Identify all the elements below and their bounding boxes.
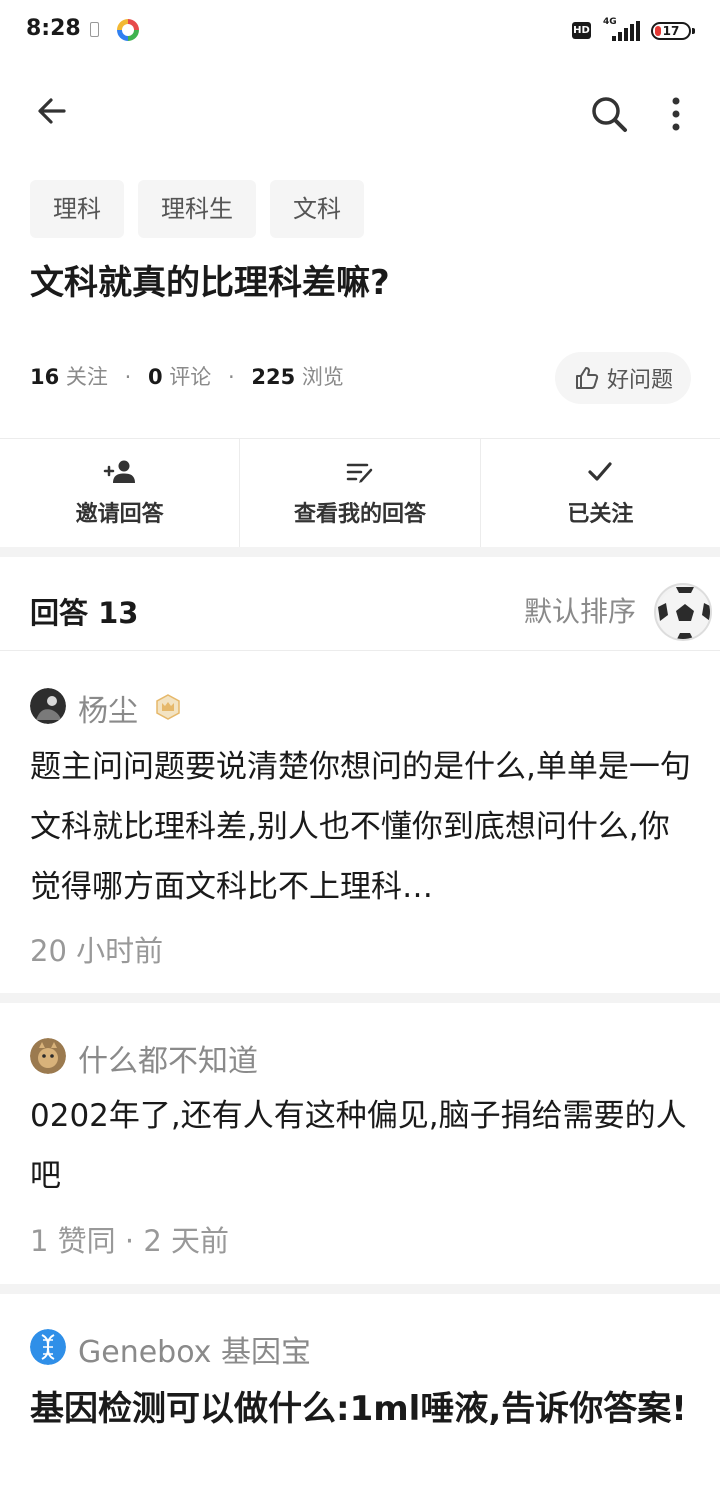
- answer-author[interactable]: 杨尘: [78, 686, 138, 730]
- comments-label: 评论: [169, 365, 212, 389]
- topic-tag[interactable]: 文科: [270, 180, 364, 238]
- good-question-button[interactable]: 好问题: [555, 352, 691, 404]
- hd-badge: HD: [572, 22, 591, 39]
- search-button[interactable]: [585, 90, 633, 138]
- followers-count: 16: [30, 365, 60, 389]
- back-arrow-icon: [38, 98, 66, 124]
- view-my-answer-button[interactable]: 查看我的回答: [240, 439, 481, 547]
- section-gap: [0, 1284, 720, 1294]
- more-vertical-icon: [672, 97, 680, 131]
- answer-meta: 20 小时前: [30, 934, 164, 968]
- followed-label: 已关注: [567, 502, 634, 527]
- views-count: 225: [251, 365, 296, 389]
- separator-dot: ·: [124, 365, 132, 389]
- good-question-label: 好问题: [606, 368, 673, 393]
- check-icon: [588, 462, 612, 481]
- avatar: [30, 1038, 66, 1074]
- thumbs-up-icon: [575, 367, 599, 389]
- followed-button[interactable]: 已关注: [481, 439, 720, 547]
- dna-logo-icon: [30, 1329, 66, 1365]
- answer-author[interactable]: 什么都不知道: [78, 1036, 258, 1080]
- more-button[interactable]: [656, 90, 696, 138]
- search-icon: [592, 97, 627, 132]
- status-bar: 8:28 HD 4G 17: [0, 0, 720, 64]
- ad-author[interactable]: Genebox 基因宝: [78, 1327, 311, 1371]
- avatar: [30, 688, 66, 724]
- status-time: 8:28: [26, 16, 81, 41]
- answer-meta: 1 赞同 · 2 天前: [30, 1224, 229, 1258]
- app-notification-icon: [117, 19, 139, 41]
- ad-title: 基因检测可以做什么:1ml唾液,告诉你答案!: [30, 1389, 687, 1429]
- question-actions: 邀请回答 查看我的回答 已关注: [0, 439, 720, 547]
- sort-selector[interactable]: 默认排序: [524, 590, 636, 630]
- sim-notification-icon: [90, 22, 99, 37]
- view-my-answer-label: 查看我的回答: [293, 502, 426, 527]
- topic-tag[interactable]: 理科: [30, 180, 124, 238]
- divider: [0, 650, 720, 651]
- topic-tags: 理科 理科生 文科: [30, 180, 378, 238]
- signal-icon: [612, 21, 642, 41]
- question-title: 文科就真的比理科差嘛?: [30, 263, 390, 303]
- invite-answer-label: 邀请回答: [75, 502, 164, 527]
- followers-label: 关注: [65, 365, 108, 389]
- edit-list-icon: [346, 463, 373, 483]
- topic-tag[interactable]: 理科生: [138, 180, 256, 238]
- section-gap: [0, 993, 720, 1003]
- add-person-icon: [103, 460, 135, 483]
- views-label: 浏览: [301, 365, 344, 389]
- answers-count-title: 回答 13: [30, 596, 139, 630]
- crown-badge-icon: [156, 694, 180, 720]
- separator-dot: ·: [227, 365, 235, 389]
- question-stats: 16 关注 · 0 评论 · 225 浏览: [30, 362, 344, 392]
- answer-excerpt: 0202年了,还有人有这种偏见,脑子捐给需要的人吧: [30, 1098, 687, 1194]
- back-button[interactable]: [28, 88, 76, 136]
- invite-answer-button[interactable]: 邀请回答: [0, 439, 241, 547]
- section-gap: [0, 547, 720, 557]
- comments-count: 0: [147, 365, 163, 389]
- answer-excerpt: 题主问问题要说清楚你想问的是什么,单单是一句文科就比理科差,别人也不懂你到底想问…: [30, 749, 691, 905]
- battery-icon: 17: [651, 22, 695, 40]
- soccer-ball-floating-icon[interactable]: [654, 583, 712, 641]
